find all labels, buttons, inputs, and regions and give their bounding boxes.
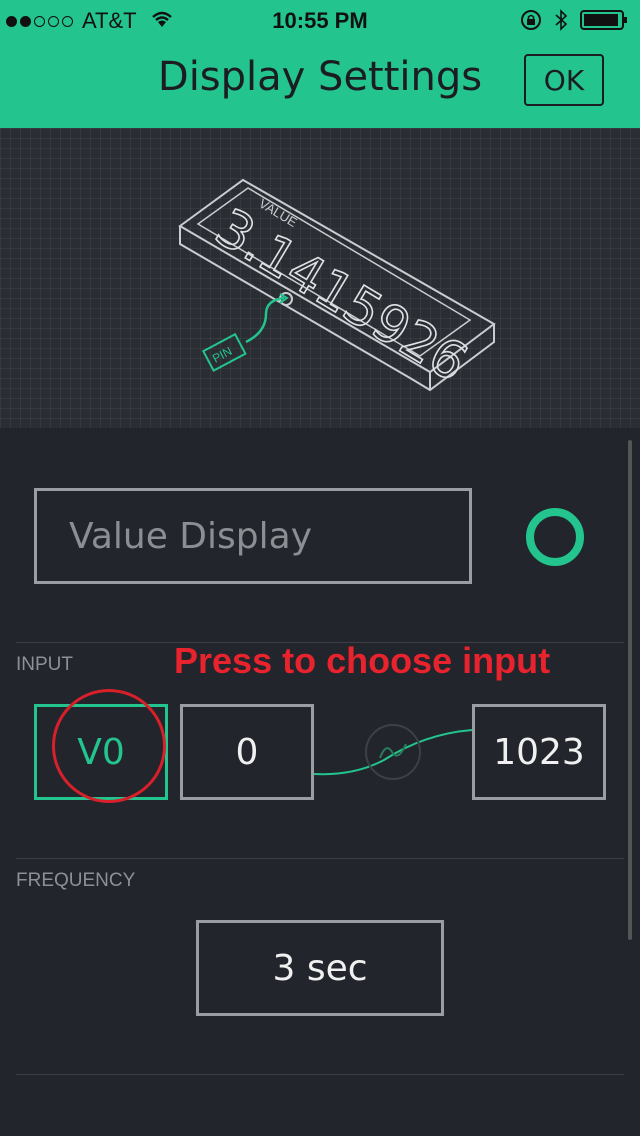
- divider: [16, 858, 624, 859]
- color-picker-button[interactable]: [526, 508, 584, 566]
- mapping-wire: [314, 724, 472, 780]
- preview-value: 3.1415926: [205, 198, 477, 394]
- app-header: AT&T 10:55 PM Display Settings OK: [0, 0, 640, 128]
- annotation-text: Press to choose input: [174, 640, 551, 681]
- frequency-section-label: FREQUENCY: [16, 870, 136, 891]
- battery-icon: [580, 9, 630, 37]
- input-section-label: INPUT: [16, 654, 73, 675]
- scrollbar[interactable]: [628, 440, 632, 940]
- status-bar: AT&T 10:55 PM: [0, 0, 640, 40]
- value-display-illustration: VALUE 3.1415926 PIN: [178, 178, 496, 395]
- max-value-input[interactable]: 1023: [472, 704, 606, 800]
- bluetooth-icon: [554, 8, 568, 38]
- widget-preview: VALUE 3.1415926 PIN: [0, 128, 640, 428]
- frequency-select-button[interactable]: 3 sec: [196, 920, 444, 1016]
- status-icons: [520, 8, 630, 38]
- annotation-circle: [52, 689, 166, 803]
- orientation-lock-icon: [520, 9, 542, 37]
- min-value-input[interactable]: 0: [180, 704, 314, 800]
- divider: [16, 1074, 624, 1075]
- ok-button[interactable]: OK: [524, 54, 604, 106]
- widget-name-input[interactable]: Value Display: [34, 488, 472, 584]
